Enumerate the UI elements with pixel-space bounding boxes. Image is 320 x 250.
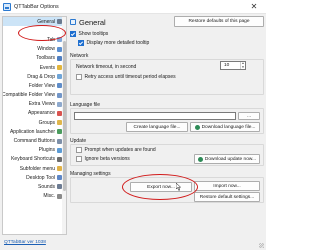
ignore-beta-row[interactable]: Ignore beta versions	[76, 156, 130, 162]
export-settings-button[interactable]: Export now...	[130, 182, 192, 192]
sidebar-item-label: Window	[37, 46, 55, 53]
sidebar-item-label: Application launcher	[9, 128, 55, 135]
sidebar-item-misc[interactable]: Misc.	[3, 192, 66, 201]
sidebar-item-label: Extra Views	[28, 101, 55, 108]
sidebar-item-folder-view[interactable]: Folder View	[3, 81, 66, 90]
sidebar-item-label: Tab	[46, 36, 55, 43]
restore-default-settings-button[interactable]: Restore default settings...	[194, 192, 260, 202]
sidebar-item-subfolder-menu[interactable]: Subfolder menu	[3, 164, 66, 173]
sidebar-item-desktop-tool[interactable]: Desktop Tool	[3, 173, 66, 182]
create-language-file-label: Create language file...	[133, 124, 181, 130]
sidebar-item-label: Groups	[38, 119, 55, 126]
sidebar-scroll-thumb[interactable]	[62, 41, 66, 191]
sidebar-item-label: Command Buttons	[13, 138, 55, 145]
sidebar-item-general[interactable]: General	[3, 17, 66, 27]
prompt-updates-checkbox[interactable]	[76, 147, 82, 153]
close-icon: ✕	[250, 2, 258, 11]
spin-down-icon[interactable]: ▼	[242, 65, 245, 69]
sidebar-item-blank[interactable]	[3, 26, 66, 35]
sidebar-item-label: Keyboard Shortcuts	[11, 156, 55, 163]
sidebar-item-label: Appearance	[28, 110, 55, 117]
sidebar-item-label: Events	[39, 64, 55, 71]
general-icon	[70, 19, 76, 25]
sidebar-item-keyboard-shortcuts[interactable]: Keyboard Shortcuts	[3, 155, 66, 164]
spinner-arrows[interactable]: ▲ ▼	[240, 62, 245, 69]
detailed-tooltip-label: Display more detailed tooltip	[86, 40, 150, 46]
sidebar-item-label: Compatible Folder View	[2, 92, 55, 99]
retry-label: Retry access until timeout period elapse…	[84, 74, 176, 80]
sidebar-item-label: General	[37, 18, 55, 25]
download-update-button[interactable]: Download update now...	[194, 154, 260, 164]
sidebar-item-label: Toolbars	[36, 55, 55, 62]
create-language-file-button[interactable]: Create language file...	[126, 122, 188, 132]
sidebar-item-compatible-folder-view[interactable]: Compatible Folder View	[3, 91, 66, 100]
prompt-updates-row[interactable]: Prompt when updates are found	[76, 147, 156, 153]
sidebar-item-label: Subfolder menu	[19, 165, 55, 172]
detailed-tooltip-checkbox[interactable]	[78, 40, 84, 46]
sidebar-item-toolbars[interactable]: Toolbars	[3, 54, 66, 63]
globe-icon	[197, 156, 203, 162]
retry-row[interactable]: Retry access until timeout period elapse…	[76, 74, 176, 80]
sidebar-item-extra-views[interactable]: Extra Views	[3, 100, 66, 109]
page-header: General Restore defaults of this page	[70, 16, 264, 28]
sidebar-item-drag-drop[interactable]: Drag & Drop	[3, 72, 66, 81]
prompt-updates-label: Prompt when updates are found	[84, 147, 156, 153]
sidebar-item-label: Sounds	[38, 183, 55, 190]
show-tooltips-label: Show tooltips	[78, 31, 109, 37]
sidebar-item-command-buttons[interactable]: Command Buttons	[3, 136, 66, 145]
page-title: General	[79, 17, 106, 27]
sidebar-item-label: Plugins	[38, 147, 55, 154]
ignore-beta-checkbox[interactable]	[76, 156, 82, 162]
options-window: QTTabBar Options ✕ General Tab Window Toolb…	[0, 0, 266, 250]
sidebar-item-events[interactable]: Events	[3, 63, 66, 72]
close-button[interactable]: ✕	[243, 0, 265, 13]
sidebar-item-label: Drag & Drop	[27, 73, 55, 80]
options-sidebar: General Tab Window Toolbars Events Drag & Dro…	[2, 16, 67, 235]
sidebar-item-window[interactable]: Window	[3, 45, 66, 54]
sidebar-item-groups[interactable]: Groups	[3, 118, 66, 127]
title-bar: QTTabBar Options ✕	[0, 0, 266, 14]
sidebar-item-label: Folder View	[28, 82, 55, 89]
sidebar-item-application-launcher[interactable]: Application launcher	[3, 127, 66, 136]
sidebar-item-label: Desktop Tool	[26, 174, 55, 181]
ignore-beta-label: Ignore beta versions	[84, 156, 130, 162]
resize-grip[interactable]	[259, 243, 264, 248]
timeout-spinner[interactable]: 10 ▲ ▼	[220, 61, 246, 70]
version-link[interactable]: QTTabBar ver 1038	[4, 240, 46, 245]
sidebar-item-appearance[interactable]: Appearance	[3, 109, 66, 118]
show-tooltips-checkbox[interactable]	[70, 31, 76, 37]
mouse-cursor-icon	[176, 183, 182, 191]
restore-page-defaults-button[interactable]: Restore defaults of this page	[174, 16, 264, 27]
sidebar-item-plugins[interactable]: Plugins	[3, 146, 66, 155]
sidebar-item-tab[interactable]: Tab	[3, 35, 66, 44]
show-tooltips-row[interactable]: Show tooltips	[70, 31, 108, 37]
retry-checkbox[interactable]	[76, 74, 82, 80]
sidebar-item-sounds[interactable]: Sounds	[3, 182, 66, 191]
globe-icon	[194, 124, 200, 130]
language-browse-button[interactable]: ...	[238, 112, 260, 120]
download-language-file-label: Download language file...	[201, 124, 256, 130]
app-icon	[3, 3, 11, 11]
language-file-input[interactable]	[74, 112, 236, 120]
download-update-label: Download update now...	[204, 156, 257, 162]
sidebar-item-label: Misc.	[43, 193, 55, 200]
timeout-label: Network timeout, in second	[76, 63, 137, 70]
sidebar-list: General Tab Window Toolbars Events Drag & Dro…	[3, 17, 66, 201]
window-title: QTTabBar Options	[14, 3, 59, 10]
sidebar-scrollbar[interactable]	[62, 17, 66, 234]
timeout-value: 10	[224, 63, 230, 68]
general-page: General Restore defaults of this page Sh…	[70, 16, 264, 235]
detailed-tooltip-row[interactable]: Display more detailed tooltip	[78, 40, 149, 46]
import-settings-button[interactable]: Import now...	[194, 181, 260, 191]
download-language-file-button[interactable]: Download language file...	[190, 122, 260, 132]
